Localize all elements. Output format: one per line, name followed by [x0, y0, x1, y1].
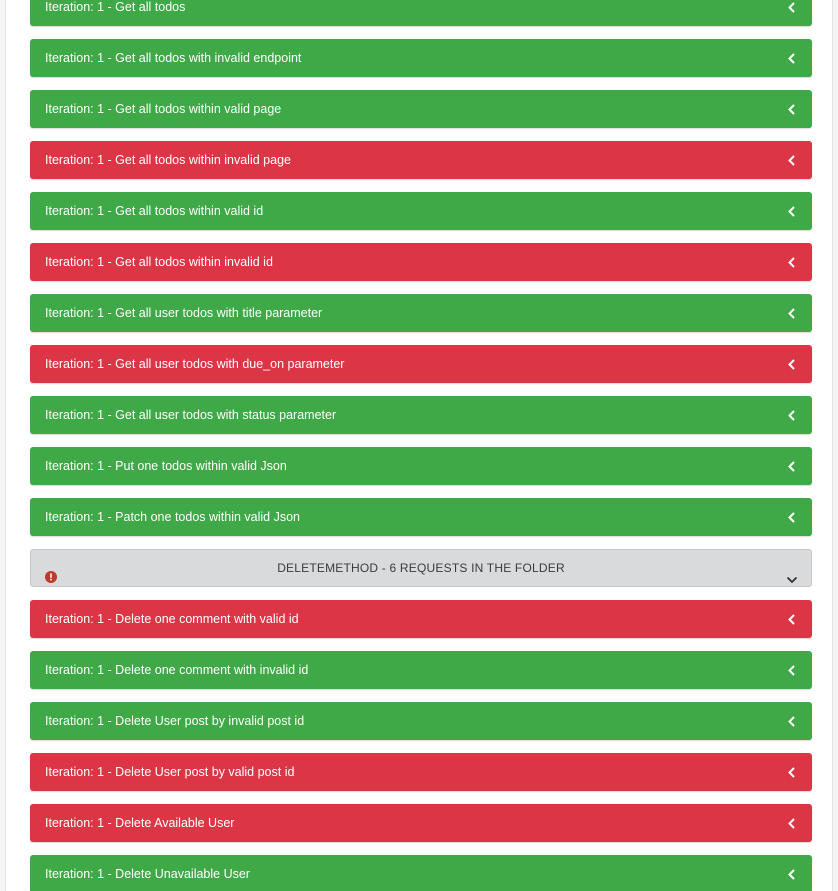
request-label: Iteration: 1 - Get all user todos with s…	[45, 408, 337, 422]
request-label: Iteration: 1 - Delete User post by inval…	[45, 714, 305, 728]
chevron-left-icon	[786, 396, 796, 434]
request-label: Iteration: 1 - Delete one comment with v…	[45, 612, 299, 626]
chevron-left-icon	[786, 702, 796, 740]
request-label: Iteration: 1 - Delete Unavailable User	[45, 867, 250, 881]
request-label: Iteration: 1 - Get all todos within vali…	[45, 102, 282, 116]
chevron-left-icon	[786, 345, 796, 383]
request-row[interactable]: Iteration: 1 - Get all user todos with d…	[30, 345, 812, 383]
request-row[interactable]: Iteration: 1 - Get all todos within inva…	[30, 141, 812, 179]
request-row[interactable]: Iteration: 1 - Get all todos within inva…	[30, 243, 812, 281]
request-row[interactable]: Iteration: 1 - Delete Available User	[30, 804, 812, 842]
request-row[interactable]: Iteration: 1 - Delete one comment with i…	[30, 651, 812, 689]
chevron-left-icon	[786, 90, 796, 128]
request-label: Iteration: 1 - Put one todos within vali…	[45, 459, 287, 473]
report-page: Iteration: 1 - Get all todos Iteration: …	[0, 0, 838, 891]
chevron-left-icon	[786, 855, 796, 891]
chevron-left-icon	[786, 0, 796, 26]
request-label: Iteration: 1 - Get all todos	[45, 0, 186, 14]
request-label: Iteration: 1 - Get all todos within vali…	[45, 204, 264, 218]
folder-label: DELETEMETHOD - 6 REQUESTS IN THE FOLDER	[277, 561, 565, 575]
request-row[interactable]: Iteration: 1 - Get all todos within vali…	[30, 192, 812, 230]
chevron-left-icon	[786, 447, 796, 485]
request-list: Iteration: 1 - Get all todos Iteration: …	[30, 0, 812, 891]
request-row[interactable]: Iteration: 1 - Delete User post by inval…	[30, 702, 812, 740]
chevron-left-icon	[786, 804, 796, 842]
chevron-left-icon	[786, 39, 796, 77]
chevron-left-icon	[786, 753, 796, 791]
request-label: Iteration: 1 - Get all todos with invali…	[45, 51, 302, 65]
request-row[interactable]: Iteration: 1 - Get all user todos with t…	[30, 294, 812, 332]
request-label: Iteration: 1 - Get all user todos with d…	[45, 357, 345, 371]
chevron-left-icon	[786, 192, 796, 230]
request-label: Iteration: 1 - Delete User post by valid…	[45, 765, 295, 779]
request-label: Iteration: 1 - Get all todos within inva…	[45, 153, 291, 167]
info-circle-icon	[45, 561, 57, 583]
request-row[interactable]: Iteration: 1 - Get all user todos with s…	[30, 396, 812, 434]
request-row[interactable]: Iteration: 1 - Delete one comment with v…	[30, 600, 812, 638]
request-row[interactable]: Iteration: 1 - Delete User post by valid…	[30, 753, 812, 791]
request-row[interactable]: Iteration: 1 - Delete Unavailable User	[30, 855, 812, 891]
request-row[interactable]: Iteration: 1 - Patch one todos within va…	[30, 498, 812, 536]
request-label: Iteration: 1 - Get all todos within inva…	[45, 255, 273, 269]
request-label: Iteration: 1 - Delete one comment with i…	[45, 663, 309, 677]
chevron-left-icon	[786, 141, 796, 179]
chevron-left-icon	[786, 600, 796, 638]
request-row[interactable]: Iteration: 1 - Get all todos within vali…	[30, 90, 812, 128]
request-label: Iteration: 1 - Get all user todos with t…	[45, 306, 323, 320]
request-row[interactable]: Iteration: 1 - Get all todos with invali…	[30, 39, 812, 77]
folder-header-deletemethod[interactable]: DELETEMETHOD - 6 REQUESTS IN THE FOLDER	[30, 549, 812, 587]
chevron-left-icon	[786, 243, 796, 281]
chevron-left-icon	[786, 498, 796, 536]
chevron-left-icon	[786, 294, 796, 332]
results-panel: Iteration: 1 - Get all todos Iteration: …	[5, 0, 833, 891]
request-label: Iteration: 1 - Delete Available User	[45, 816, 235, 830]
request-label: Iteration: 1 - Patch one todos within va…	[45, 510, 301, 524]
request-row[interactable]: Iteration: 1 - Get all todos	[30, 0, 812, 26]
request-row[interactable]: Iteration: 1 - Put one todos within vali…	[30, 447, 812, 485]
chevron-left-icon	[786, 651, 796, 689]
chevron-down-icon	[786, 563, 798, 584]
